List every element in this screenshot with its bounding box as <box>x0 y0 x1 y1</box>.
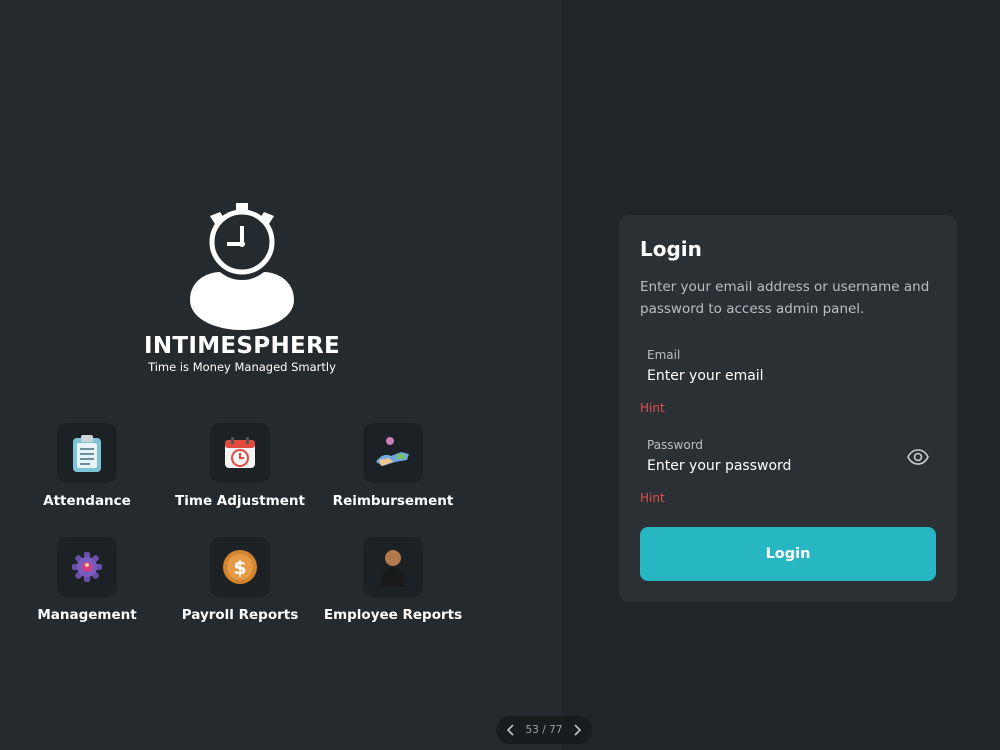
calendar-clock-icon <box>225 437 255 468</box>
page-counter: 53 / 77 <box>525 724 563 736</box>
dollar-coin-icon: $ <box>223 550 257 584</box>
feature-management[interactable]: Management <box>12 537 162 623</box>
email-field[interactable] <box>647 366 902 386</box>
brand-tagline: Time is Money Managed Smartly <box>148 360 336 374</box>
eye-icon[interactable] <box>906 445 930 469</box>
feature-label: Management <box>37 607 137 623</box>
password-hint: Hint <box>640 491 665 505</box>
chevron-right-icon[interactable] <box>570 723 584 737</box>
feature-label: Reimbursement <box>332 493 454 509</box>
brand-name: INTIMESPHERE <box>143 333 341 359</box>
gear-icon <box>72 552 102 582</box>
feature-label: Attendance <box>43 493 131 509</box>
email-label: Email <box>647 348 681 362</box>
feature-tile[interactable] <box>57 537 117 597</box>
pager: 53 / 77 <box>496 716 592 744</box>
feature-time-adjustment[interactable]: Time Adjustment <box>165 423 315 509</box>
feature-reimbursement[interactable]: Reimbursement <box>318 423 468 509</box>
feature-tile[interactable] <box>363 537 423 597</box>
email-hint: Hint <box>640 401 665 415</box>
login-description: Enter your email address or username and… <box>640 279 930 317</box>
svg-text:$: $ <box>233 557 246 579</box>
clipboard-icon <box>73 435 101 472</box>
chevron-left-icon[interactable] <box>504 723 518 737</box>
feature-label: Employee Reports <box>323 607 463 623</box>
feature-tile[interactable] <box>210 423 270 483</box>
feature-tile[interactable] <box>363 423 423 483</box>
hand-money-icon <box>376 437 409 466</box>
feature-attendance[interactable]: Attendance <box>12 423 162 509</box>
login-button[interactable]: Login <box>640 527 936 581</box>
password-field[interactable] <box>647 456 902 476</box>
person-icon <box>381 550 405 587</box>
feature-payroll-reports[interactable]: $ Payroll Reports <box>165 537 315 623</box>
login-title: Login <box>640 237 702 261</box>
brand-logo: INTIMESPHERE Time is Money Managed Smart… <box>130 200 354 380</box>
feature-label: Payroll Reports <box>181 607 299 623</box>
login-card: Login Enter your email address or userna… <box>619 215 957 602</box>
feature-tile[interactable] <box>57 423 117 483</box>
feature-label: Time Adjustment <box>175 493 305 509</box>
stopwatch-person-logo-icon <box>190 203 294 330</box>
feature-employee-reports[interactable]: Employee Reports <box>318 537 468 623</box>
feature-tile[interactable]: $ <box>210 537 270 597</box>
password-label: Password <box>647 438 704 452</box>
